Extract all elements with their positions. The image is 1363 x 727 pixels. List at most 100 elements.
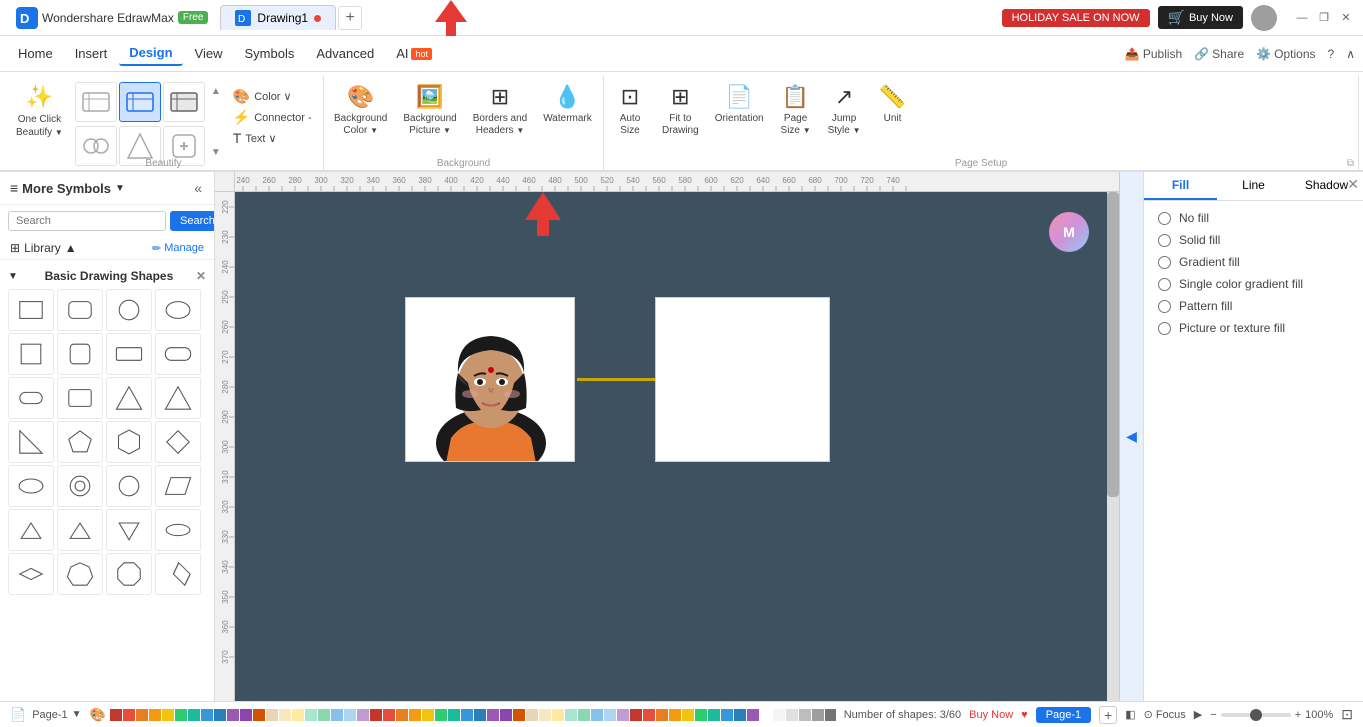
shape-circle[interactable]: [106, 289, 152, 331]
palette-color-cell[interactable]: [227, 709, 239, 721]
palette-color-cell[interactable]: [162, 709, 174, 721]
palette-color-cell[interactable]: [435, 709, 447, 721]
orientation-btn[interactable]: 📄 Orientation: [709, 80, 770, 129]
palette-color-cell[interactable]: [708, 709, 720, 721]
user-avatar[interactable]: [1251, 5, 1277, 31]
status-buy-now[interactable]: Buy Now: [969, 709, 1013, 721]
palette-color-cell[interactable]: [461, 709, 473, 721]
add-tab-button[interactable]: +: [338, 6, 362, 30]
collapse-left-btn[interactable]: «: [192, 178, 204, 198]
palette-color-cell[interactable]: [318, 709, 330, 721]
palette-color-cell[interactable]: [253, 709, 265, 721]
menu-advanced[interactable]: Advanced: [306, 42, 384, 65]
style-btn-2[interactable]: [119, 82, 161, 122]
beautify-scroll-up[interactable]: ▲: [209, 84, 223, 99]
shape-stadium[interactable]: [8, 377, 54, 419]
scrollbar-thumb[interactable]: [1107, 192, 1119, 497]
menu-ai[interactable]: AI hot: [386, 42, 442, 65]
shape-parallelogram[interactable]: [155, 465, 201, 507]
palette-color-cell[interactable]: [526, 709, 538, 721]
color-option-btn[interactable]: 🎨 Color ∨: [227, 86, 318, 107]
style-btn-3[interactable]: [163, 82, 205, 122]
palette-color-cell[interactable]: [123, 709, 135, 721]
palette-color-cell[interactable]: [266, 709, 278, 721]
palette-color-cell[interactable]: [760, 709, 772, 721]
shape-rect-wide[interactable]: [106, 333, 152, 375]
diagram-box-left[interactable]: [405, 297, 575, 462]
line-tab[interactable]: Line: [1217, 172, 1290, 200]
palette-color-cell[interactable]: [825, 709, 836, 721]
shapes-section-header[interactable]: ▼ Basic Drawing Shapes ✕: [8, 266, 206, 289]
shape-rounded-square[interactable]: [57, 333, 103, 375]
shape-leaf[interactable]: [155, 509, 201, 551]
right-expand-toggle[interactable]: ◀: [1119, 172, 1143, 701]
shape-oval-h[interactable]: [8, 465, 54, 507]
palette-color-cell[interactable]: [656, 709, 668, 721]
palette-color-cell[interactable]: [188, 709, 200, 721]
palette-color-cell[interactable]: [695, 709, 707, 721]
menu-home[interactable]: Home: [8, 42, 63, 65]
menu-insert[interactable]: Insert: [65, 42, 118, 65]
palette-color-cell[interactable]: [812, 709, 824, 721]
palette-color-cell[interactable]: [513, 709, 525, 721]
collapse-ribbon-btn[interactable]: ∧: [1346, 47, 1355, 61]
palette-color-cell[interactable]: [370, 709, 382, 721]
palette-color-cell[interactable]: [175, 709, 187, 721]
palette-color-cell[interactable]: [604, 709, 616, 721]
fill-tab[interactable]: Fill: [1144, 172, 1217, 200]
play-btn[interactable]: ▶: [1194, 708, 1202, 721]
diagram-box-right[interactable]: [655, 297, 830, 462]
minimize-button[interactable]: —: [1293, 9, 1311, 27]
shape-rect-rounded-less[interactable]: [57, 377, 103, 419]
one-click-beautify-btn[interactable]: ✨ One ClickBeautify ▼: [8, 80, 71, 143]
palette-color-cell[interactable]: [786, 709, 798, 721]
holiday-btn[interactable]: HOLIDAY SALE ON NOW: [1002, 9, 1150, 27]
close-button[interactable]: ✕: [1337, 9, 1355, 27]
shape-heptagon[interactable]: [57, 553, 103, 595]
shape-square[interactable]: [8, 333, 54, 375]
jump-style-btn[interactable]: ↗ JumpStyle ▼: [822, 80, 867, 141]
palette-color-cell[interactable]: [396, 709, 408, 721]
palette-color-cell[interactable]: [799, 709, 811, 721]
help-btn[interactable]: ?: [1328, 47, 1335, 61]
text-option-btn[interactable]: T Text ∨: [227, 128, 318, 148]
search-button[interactable]: Search: [170, 211, 215, 231]
fit-page-btn[interactable]: ⊡: [1341, 706, 1353, 723]
style-btn-1[interactable]: [75, 82, 117, 122]
shape-ellipse[interactable]: [155, 289, 201, 331]
shape-small-triangle-right[interactable]: [57, 509, 103, 551]
palette-color-cell[interactable]: [292, 709, 304, 721]
palette-color-cell[interactable]: [682, 709, 694, 721]
palette-color-cell[interactable]: [552, 709, 564, 721]
shape-small-triangle[interactable]: [8, 509, 54, 551]
palette-color-cell[interactable]: [773, 709, 785, 721]
palette-color-cell[interactable]: [747, 709, 759, 721]
palette-color-cell[interactable]: [643, 709, 655, 721]
no-fill-option[interactable]: No fill: [1158, 211, 1349, 225]
watermark-btn[interactable]: 💧 Watermark: [537, 80, 598, 129]
manage-link[interactable]: ✏ Manage: [152, 242, 204, 255]
publish-btn[interactable]: 📤 Publish: [1125, 47, 1182, 61]
shape-octagon[interactable]: [106, 553, 152, 595]
shape-rounded-rect[interactable]: [57, 289, 103, 331]
palette-color-cell[interactable]: [669, 709, 681, 721]
shape-hexagon[interactable]: [106, 421, 152, 463]
zoom-in-btn[interactable]: +: [1295, 709, 1301, 721]
shape-rhombus-flat[interactable]: [8, 553, 54, 595]
shape-rectangle[interactable]: [8, 289, 54, 331]
shape-rounded-wide[interactable]: [155, 333, 201, 375]
single-gradient-fill-option[interactable]: Single color gradient fill: [1158, 277, 1349, 291]
palette-color-cell[interactable]: [448, 709, 460, 721]
palette-color-cell[interactable]: [409, 709, 421, 721]
buy-now-btn[interactable]: 🛒 Buy Now: [1158, 6, 1243, 29]
page-tab-label[interactable]: Page-1: [1036, 707, 1091, 723]
unit-btn[interactable]: 📏 Unit: [871, 80, 915, 129]
shape-pentagon[interactable]: [57, 421, 103, 463]
shape-triangle[interactable]: [106, 377, 152, 419]
add-page-btn[interactable]: +: [1099, 706, 1117, 724]
palette-color-cell[interactable]: [474, 709, 486, 721]
shape-circle-outline[interactable]: [106, 465, 152, 507]
borders-headers-btn[interactable]: ⊞ Borders andHeaders ▼: [467, 80, 533, 141]
palette-color-cell[interactable]: [630, 709, 642, 721]
solid-fill-option[interactable]: Solid fill: [1158, 233, 1349, 247]
